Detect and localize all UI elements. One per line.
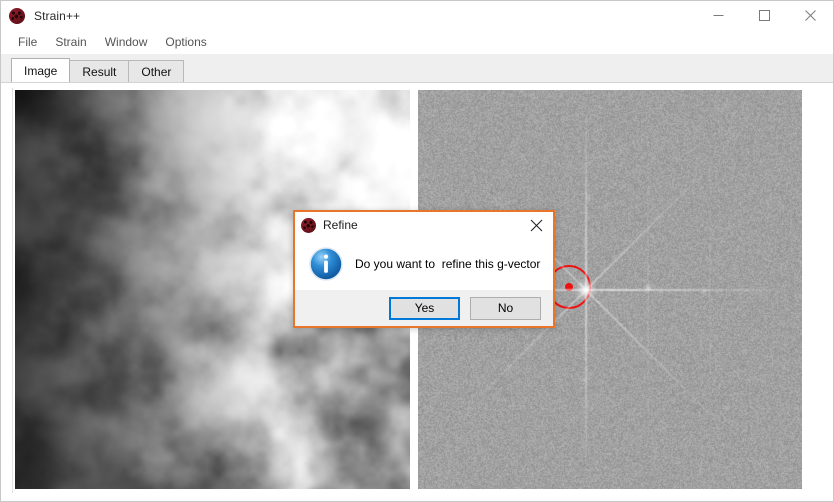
yes-button[interactable]: Yes (389, 297, 460, 320)
fft-spot (639, 137, 645, 143)
tab-other[interactable]: Other (128, 60, 184, 82)
window-controls (695, 1, 833, 30)
maximize-icon (759, 10, 770, 21)
dialog-title-bar: Refine (295, 212, 553, 238)
fft-spot (701, 288, 708, 295)
tab-image[interactable]: Image (11, 58, 70, 82)
tab-list: Image Result Other (11, 58, 183, 82)
menu-item-file[interactable]: File (9, 32, 46, 52)
no-button[interactable]: No (470, 297, 541, 320)
dialog-title: Refine (323, 218, 358, 232)
dialog-body: Do you want to refine this g-vector (295, 238, 553, 290)
main-window: Strain++ File Strain Window Options Imag… (0, 0, 834, 502)
window-title: Strain++ (34, 9, 80, 23)
minimize-icon (713, 10, 724, 21)
refine-dialog: Refine Do you want to refine this g-vect… (293, 210, 555, 328)
close-button[interactable] (787, 1, 833, 30)
close-icon (805, 10, 816, 21)
fft-spot (723, 405, 729, 411)
fft-spot (574, 278, 598, 302)
fft-spot (584, 194, 592, 202)
menu-bar: File Strain Window Options (1, 30, 833, 54)
title-bar: Strain++ (1, 1, 833, 30)
information-icon (309, 247, 343, 281)
maximize-button[interactable] (741, 1, 787, 30)
menu-item-options[interactable]: Options (156, 32, 215, 52)
menu-item-window[interactable]: Window (96, 32, 157, 52)
tab-result[interactable]: Result (69, 60, 129, 82)
tab-strip: Image Result Other (1, 54, 833, 83)
close-icon (530, 219, 543, 232)
dialog-message: Do you want to refine this g-vector (355, 257, 540, 271)
fft-streak (709, 140, 710, 440)
dialog-close-button[interactable] (521, 212, 551, 238)
app-icon (9, 8, 25, 24)
fft-spot (580, 376, 588, 384)
dialog-app-icon (301, 218, 316, 233)
dialog-footer: Yes No (295, 290, 553, 326)
menu-item-strain[interactable]: Strain (46, 32, 95, 52)
minimize-button[interactable] (695, 1, 741, 30)
fft-spot (643, 283, 653, 293)
